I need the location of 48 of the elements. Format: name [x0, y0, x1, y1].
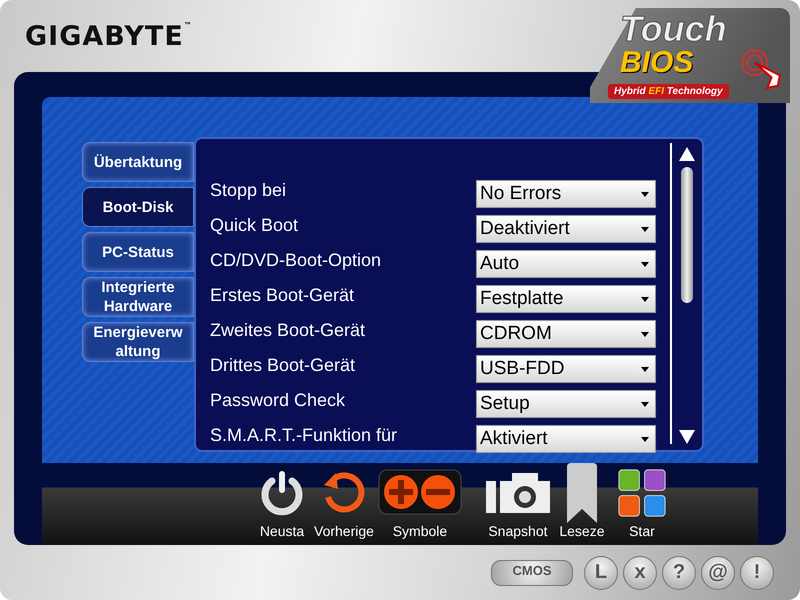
setting-dropdown[interactable]: USB-FDD — [476, 355, 656, 383]
round-button[interactable]: ? — [662, 556, 696, 590]
round-button[interactable]: ! — [740, 556, 774, 590]
setting-label: Quick Boot — [210, 214, 298, 236]
cmos-button[interactable]: CMOS — [491, 560, 573, 586]
setting-label: CD/DVD-Boot-Option — [210, 250, 382, 270]
side-tab[interactable]: Integrierte Hardware — [82, 277, 194, 317]
caret-icon — [641, 296, 649, 302]
scroll-up-icon[interactable] — [679, 147, 695, 161]
side-tab[interactable]: Übertaktung — [82, 142, 194, 182]
setting-label: Zweites Boot-Gerät — [210, 320, 366, 340]
caret-icon — [641, 192, 649, 196]
caret-icon — [641, 366, 649, 372]
bookmark-icon — [564, 463, 599, 523]
caret-icon — [641, 262, 649, 266]
scroll-down-icon[interactable] — [679, 430, 695, 444]
setting-dropdown[interactable]: Setup — [476, 390, 656, 418]
side-tab[interactable]: Boot-Disk — [82, 187, 194, 227]
setting-label: Stopp bei — [210, 180, 286, 200]
setting-label: Drittes Boot-Gerät — [210, 354, 356, 376]
caret-icon — [641, 436, 649, 442]
setting-label: S.M.A.R.T.-Funktion für — [210, 424, 398, 446]
setting-dropdown[interactable]: Aktiviert — [476, 425, 656, 453]
brand-logo: GIGABYTE$^{™}$ — [25, 20, 193, 52]
dock-button[interactable]: Leseze — [554, 463, 610, 541]
setting-dropdown[interactable]: Deaktiviert — [476, 215, 656, 243]
dock-button[interactable]: Snapshot — [486, 469, 550, 541]
caret-icon — [641, 402, 649, 406]
side-tab[interactable]: Energieverw altung — [82, 322, 194, 362]
dock-button[interactable]: Vorherige — [314, 469, 374, 541]
setting-dropdown[interactable]: No Errors — [476, 180, 656, 208]
colored-tiles-icon — [618, 469, 666, 517]
setting-dropdown[interactable]: Festplatte — [476, 285, 656, 313]
round-button[interactable]: x — [623, 556, 657, 590]
setting-dropdown[interactable]: CDROM — [476, 320, 656, 348]
round-button[interactable]: L — [584, 556, 618, 590]
dock-button[interactable]: Symbole — [378, 469, 462, 541]
setting-label: Erstes Boot-Gerät — [210, 284, 354, 306]
setting-label: Password Check — [210, 390, 346, 410]
dock-button[interactable]: Star — [614, 469, 670, 541]
setting-dropdown[interactable]: Auto — [476, 250, 656, 278]
side-tab[interactable]: PC-Status — [82, 232, 194, 272]
dock-button[interactable]: Neusta — [254, 469, 310, 541]
caret-icon — [641, 226, 649, 232]
caret-icon — [641, 332, 649, 336]
plus-minus-icon — [378, 469, 462, 515]
scrollbar-thumb[interactable] — [681, 167, 693, 303]
round-button[interactable]: @ — [701, 556, 735, 590]
